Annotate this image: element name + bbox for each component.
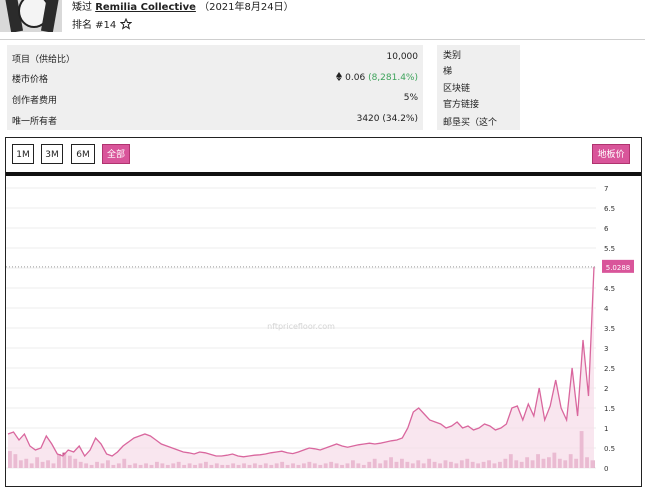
eth-icon <box>336 72 343 81</box>
stat-row-floor-price: 楼市价格 0.06 (8,281.4%) <box>7 67 423 87</box>
stat-row-items: 项目（供给比） 10,000 <box>7 47 423 67</box>
rank-label: 排名 #14 <box>72 20 117 31</box>
stat-row-creator-fee: 创作者费用 5% <box>7 88 423 108</box>
range-6m-button[interactable]: 6M <box>71 144 95 164</box>
chart-panel: 1M 3M 6M 全部 地板价 76.565.554.543.532.521.5… <box>5 137 642 487</box>
stat-label: 唯一所有者 <box>12 117 58 127</box>
y-tick-label: 1 <box>604 425 608 433</box>
y-tick-label: 0 <box>604 465 608 473</box>
y-tick-label: 2 <box>604 385 608 393</box>
meta-buy[interactable]: 邮垦买（这个 <box>443 115 497 128</box>
stat-value: 3420 (34.2%) <box>356 114 418 124</box>
y-tick-label: 6.5 <box>604 205 615 213</box>
y-tick-label: 1.5 <box>604 405 615 413</box>
header-divider <box>0 39 645 40</box>
floor-price-button[interactable]: 地板价 <box>592 144 630 164</box>
rank-row: 排名 #14 <box>72 16 133 31</box>
y-tick-label: 5.5 <box>604 245 615 253</box>
y-tick-label: 3.5 <box>604 325 615 333</box>
meta-category: 类别 <box>443 51 462 61</box>
y-tick-label: 2.5 <box>604 365 615 373</box>
meta-official-links[interactable]: 官方链接 <box>443 97 479 110</box>
collection-header: 矮过 Remilia Collective （2021年8月24日） 排名 #1… <box>0 0 645 40</box>
meta-panel: 类别 梯 区块链 官方链接 邮垦买（这个 <box>437 45 520 130</box>
floor-price-change: (8,281.4%) <box>368 73 418 83</box>
range-1m-button[interactable]: 1M <box>12 144 34 164</box>
stat-label: 创作者费用 <box>12 96 58 106</box>
y-tick-label: 6 <box>604 225 609 233</box>
stat-label: 项目（供给比） <box>12 55 76 65</box>
y-tick-label: 7 <box>604 185 608 193</box>
created-date: （2021年8月24日） <box>199 2 294 13</box>
star-icon[interactable] <box>120 17 133 30</box>
created-prefix: 矮过 <box>72 2 92 13</box>
floor-price-value: 0.06 <box>345 73 366 83</box>
creator-byline: 矮过 Remilia Collective （2021年8月24日） <box>72 0 294 13</box>
watermark: nftpricefloor.com <box>267 322 335 331</box>
range-all-button[interactable]: 全部 <box>102 144 130 164</box>
meta-blockchain: 区块链 <box>443 84 471 94</box>
avatar <box>0 0 62 32</box>
current-value-label: 5.0288 <box>606 264 631 272</box>
creator-link[interactable]: Remilia Collective <box>95 2 196 13</box>
stat-value: 10,000 <box>386 52 419 62</box>
stat-value-wrap: 0.06 (8,281.4%) <box>336 72 418 83</box>
range-3m-button[interactable]: 3M <box>41 144 63 164</box>
stat-value: 5% <box>403 93 418 103</box>
y-tick-label: 4 <box>604 305 609 313</box>
floor-price-chart[interactable]: 76.565.554.543.532.521.510.50nftpriceflo… <box>6 176 641 486</box>
y-tick-label: 3 <box>604 345 608 353</box>
stat-label: 楼市价格 <box>12 75 49 85</box>
y-tick-label: 0.5 <box>604 445 615 453</box>
meta-type: 梯 <box>443 67 453 77</box>
y-tick-label: 4.5 <box>604 285 615 293</box>
stats-panel: 项目（供给比） 10,000 楼市价格 0.06 (8,281.4%) 创作者费… <box>7 45 423 130</box>
stat-row-owners: 唯一所有者 3420 (34.2%) <box>7 109 423 129</box>
